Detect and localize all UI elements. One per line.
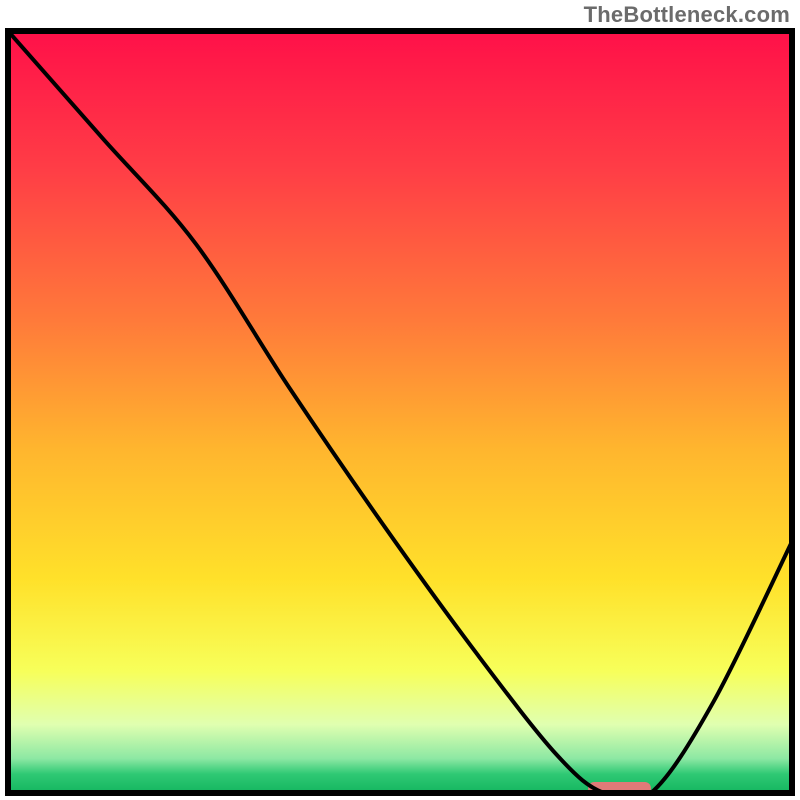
chart-container: { "watermark": "TheBottleneck.com", "cha… bbox=[0, 0, 800, 800]
watermark-text: TheBottleneck.com bbox=[584, 2, 790, 28]
gradient-background bbox=[8, 31, 792, 793]
plot-area bbox=[8, 31, 792, 800]
bottleneck-chart bbox=[0, 0, 800, 800]
